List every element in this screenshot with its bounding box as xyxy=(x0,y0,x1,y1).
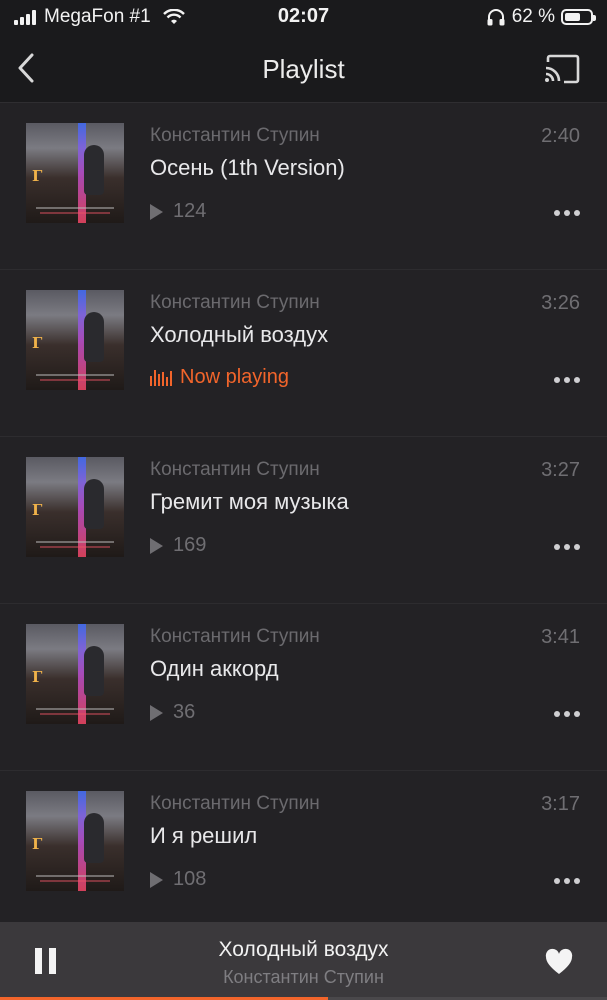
play-count: 124 xyxy=(150,200,206,223)
play-count: 36 xyxy=(150,701,195,724)
track-artist: Константин Ступин xyxy=(150,626,320,647)
track-title: Осень (1th Version) xyxy=(150,155,345,180)
now-playing-indicator: Now playing xyxy=(150,366,289,389)
track-row[interactable]: Г Константин Ступин 3:41 Один аккорд 36 xyxy=(0,604,607,771)
play-count-value: 124 xyxy=(173,200,207,222)
track-row[interactable]: Г Константин Ступин 3:26 Холодный воздух… xyxy=(0,270,607,437)
track-list: Г Константин Ступин 2:40 Осень (1th Vers… xyxy=(0,103,607,938)
track-row[interactable]: Г Константин Ступин 3:27 Гремит моя музы… xyxy=(0,437,607,604)
album-art: Г xyxy=(26,290,124,390)
headphones-icon xyxy=(487,9,505,26)
page-title: Playlist xyxy=(262,54,345,84)
battery-fill xyxy=(565,13,580,21)
play-count-value: 108 xyxy=(173,868,207,890)
track-duration: 2:40 xyxy=(541,125,580,147)
track-row[interactable]: Г Константин Ступин 2:40 Осень (1th Vers… xyxy=(0,103,607,270)
battery-percent: 62 % xyxy=(511,6,555,27)
track-duration: 3:26 xyxy=(541,292,580,314)
cast-icon[interactable] xyxy=(543,54,581,84)
now-playing-label: Now playing xyxy=(180,366,289,388)
more-options-icon[interactable] xyxy=(554,210,580,216)
more-options-icon[interactable] xyxy=(554,878,580,884)
nav-bar: Playlist xyxy=(0,36,607,103)
play-count-value: 36 xyxy=(173,701,196,723)
track-title: Холодный воздух xyxy=(150,322,329,347)
track-artist: Константин Ступин xyxy=(150,292,320,313)
more-options-icon[interactable] xyxy=(554,544,580,550)
mini-player-title: Холодный воздух xyxy=(218,938,389,961)
track-title: И я решил xyxy=(150,823,258,848)
album-art: Г xyxy=(26,457,124,557)
status-right: 62 % xyxy=(486,6,596,28)
track-duration: 3:17 xyxy=(541,793,580,815)
album-art: Г xyxy=(26,624,124,724)
track-duration: 3:41 xyxy=(541,626,580,648)
mini-player-artist: Константин Ступин xyxy=(223,967,384,987)
track-artist: Константин Ступин xyxy=(150,793,320,814)
status-bar: MegaFon #1 02:07 62 % xyxy=(0,0,607,36)
track-title: Гремит моя музыка xyxy=(150,489,349,514)
play-count-value: 169 xyxy=(173,534,207,556)
play-icon xyxy=(150,704,163,721)
track-title: Один аккорд xyxy=(150,656,279,681)
more-options-icon[interactable] xyxy=(554,377,580,383)
track-row[interactable]: Г Константин Ступин 3:17 И я решил 108 xyxy=(0,771,607,938)
battery-icon xyxy=(561,9,596,25)
equalizer-icon xyxy=(150,369,172,386)
track-duration: 3:27 xyxy=(541,459,580,481)
heart-icon[interactable] xyxy=(544,948,574,976)
play-icon xyxy=(150,871,163,888)
mini-player[interactable]: Холодный воздух Константин Ступин xyxy=(0,922,607,1000)
album-art: Г xyxy=(26,791,124,891)
album-art: Г xyxy=(26,123,124,223)
play-icon xyxy=(150,203,163,220)
play-count: 169 xyxy=(150,534,206,557)
more-options-icon[interactable] xyxy=(554,711,580,717)
track-artist: Константин Ступин xyxy=(150,459,320,480)
play-count: 108 xyxy=(150,868,206,891)
play-icon xyxy=(150,537,163,554)
track-artist: Константин Ступин xyxy=(150,125,320,146)
